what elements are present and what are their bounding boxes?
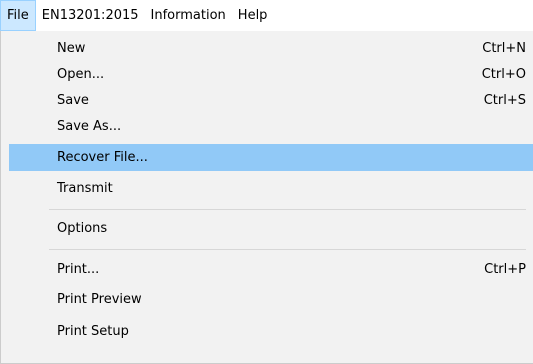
menu-item-open[interactable]: Open... Ctrl+O	[9, 61, 533, 88]
menu-separator	[49, 249, 526, 250]
menu-help[interactable]: Help	[232, 0, 274, 31]
menu-en13201[interactable]: EN13201:2015	[36, 0, 145, 31]
menu-item-print[interactable]: Print... Ctrl+P	[9, 256, 533, 283]
menu-item-print-preview[interactable]: Print Preview	[9, 286, 533, 313]
menu-file[interactable]: File	[0, 0, 36, 31]
menu-item-label: Open...	[57, 67, 105, 82]
menu-information[interactable]: Information	[145, 0, 232, 31]
menu-item-transmit[interactable]: Transmit	[9, 175, 533, 202]
menu-item-shortcut: Ctrl+P	[484, 262, 526, 277]
menu-item-label: Print Preview	[57, 292, 142, 307]
menu-item-label: Print...	[57, 262, 100, 277]
menu-item-shortcut: Ctrl+N	[482, 41, 526, 56]
menu-item-shortcut: Ctrl+O	[481, 67, 526, 82]
menu-item-save[interactable]: Save Ctrl+S	[9, 87, 533, 114]
menu-item-options[interactable]: Options	[9, 215, 533, 242]
menu-item-shortcut: Ctrl+S	[483, 93, 526, 108]
menu-item-label: Options	[57, 221, 108, 236]
menu-item-label: Recover File...	[57, 150, 148, 165]
menu-item-save-as[interactable]: Save As...	[9, 113, 533, 140]
menu-item-label: Transmit	[57, 181, 113, 196]
menu-item-recover-file[interactable]: Recover File...	[9, 144, 533, 171]
menu-item-new[interactable]: New Ctrl+N	[9, 35, 533, 62]
menu-item-print-setup[interactable]: Print Setup	[9, 318, 533, 345]
menu-item-label: Print Setup	[57, 324, 129, 339]
file-dropdown-menu: New Ctrl+N Open... Ctrl+O Save Ctrl+S Sa…	[0, 31, 533, 364]
menu-bar: File EN13201:2015 Information Help	[0, 0, 533, 31]
menu-separator	[49, 209, 526, 210]
menu-item-label: Save As...	[57, 119, 122, 134]
menu-item-label: New	[57, 41, 86, 56]
menu-item-label: Save	[57, 93, 89, 108]
